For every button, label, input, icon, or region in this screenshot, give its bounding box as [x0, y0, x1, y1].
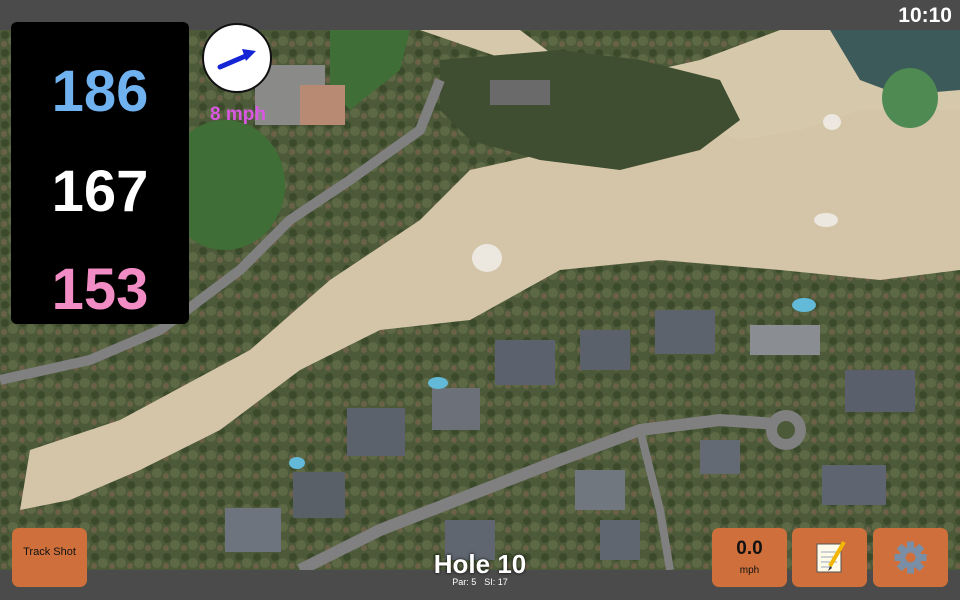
hole-title: Hole 10: [433, 549, 527, 579]
speed-button[interactable]: 0.0 mph: [712, 528, 787, 587]
wind-speed: 8 mph: [210, 104, 266, 125]
wind-indicator: [202, 23, 272, 93]
gear-icon: [894, 541, 927, 574]
track-shot-button[interactable]: Track Shot: [12, 528, 87, 587]
hole-par: Par: 5: [452, 577, 477, 587]
wind-arrow-icon: [217, 49, 256, 70]
track-shot-label: Track Shot: [23, 546, 76, 558]
settings-button[interactable]: [873, 528, 948, 587]
center-distance: 167: [51, 159, 149, 224]
status-time: 10:10: [898, 4, 952, 27]
back-distance: 186: [51, 59, 149, 124]
distance-panel: 186 167 153: [11, 22, 189, 324]
hole-si: SI: 17: [484, 577, 508, 587]
front-distance: 153: [51, 257, 149, 322]
speed-value: 0.0: [736, 538, 763, 559]
notepad-icon: [816, 540, 846, 573]
notes-button[interactable]: [792, 528, 867, 587]
hole-info: Par: 5 SI: 17: [400, 577, 560, 587]
speed-unit: mph: [739, 565, 760, 576]
